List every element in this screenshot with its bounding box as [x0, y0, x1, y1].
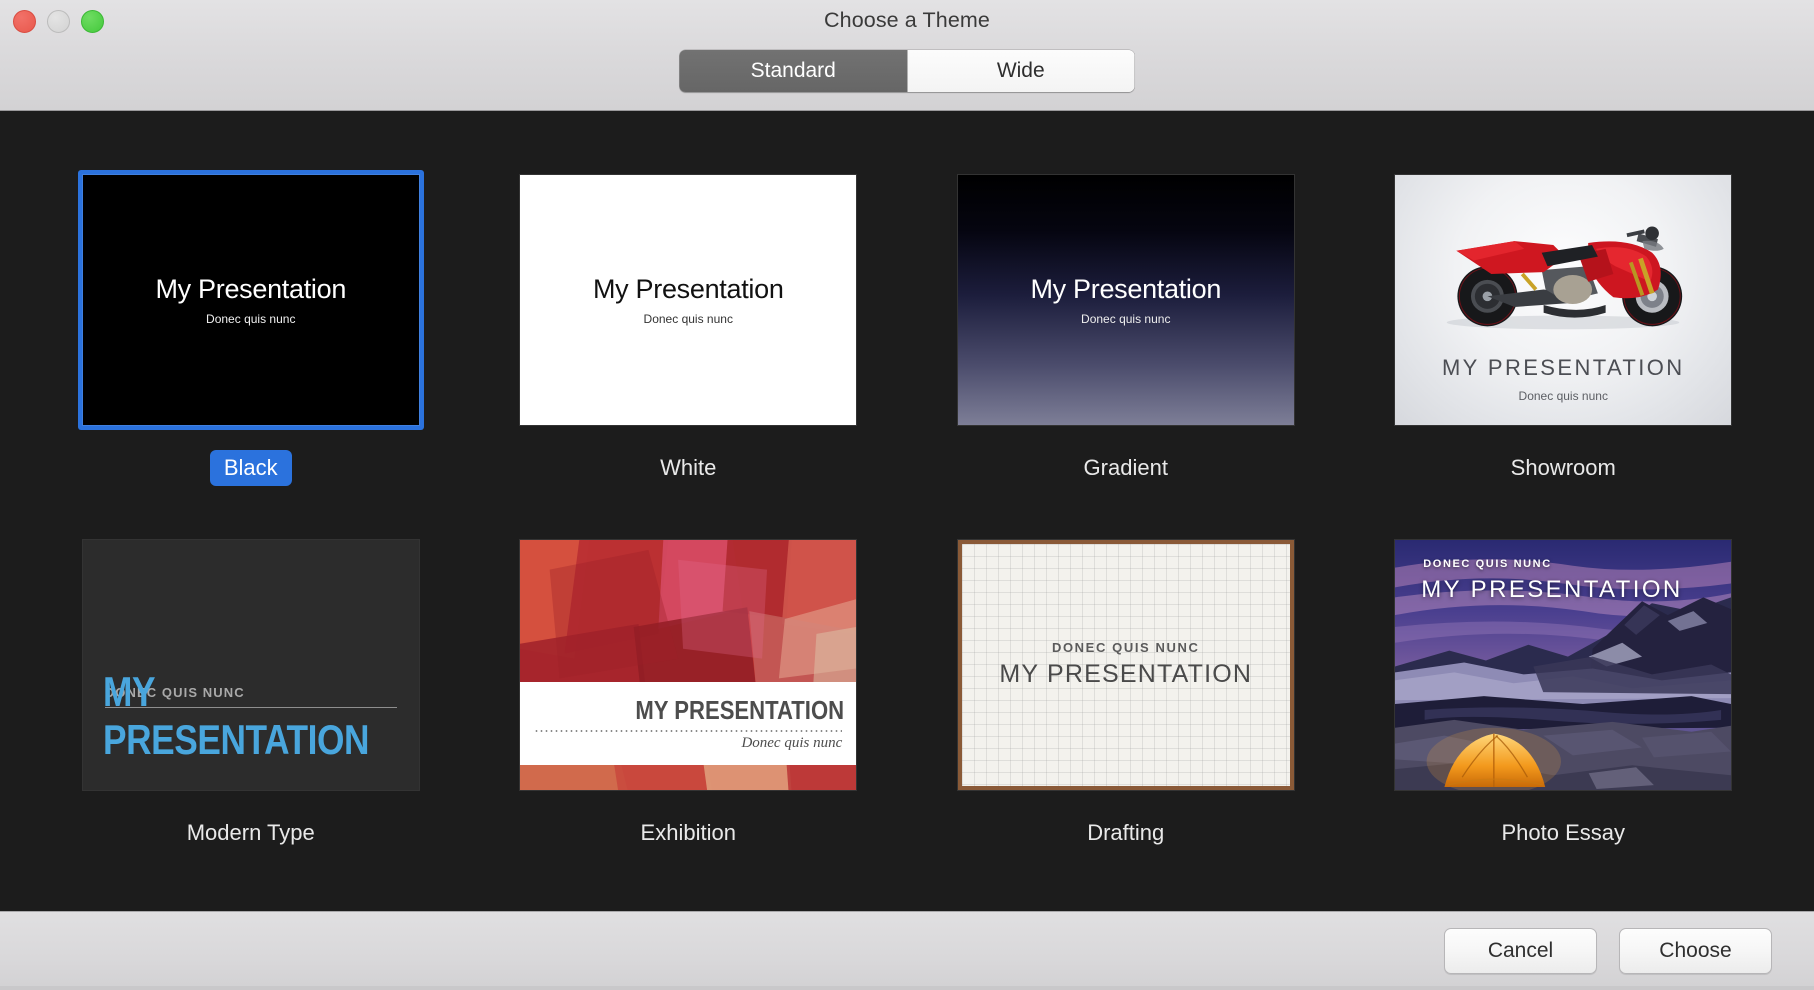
slide-title: MY PRESENTATION — [1421, 576, 1682, 604]
slide-title: MY PRESENTATION — [1395, 355, 1731, 381]
theme-thumbnail-gradient[interactable]: My Presentation Donec quis nunc — [954, 171, 1298, 429]
theme-thumbnail-black[interactable]: My Presentation Donec quis nunc — [79, 171, 423, 429]
slide-title: MY PRESENTATION — [999, 660, 1252, 689]
theme-item-white[interactable]: My Presentation Donec quis nunc White — [498, 171, 880, 486]
slide-preview-black: My Presentation Donec quis nunc — [83, 175, 419, 425]
segment-wide[interactable]: Wide — [907, 50, 1135, 92]
title-band: MY PRESENTATION Donec quis nunc — [520, 682, 856, 765]
slide-preview-showroom: MY PRESENTATION Donec quis nunc — [1395, 175, 1731, 425]
theme-item-showroom[interactable]: MY PRESENTATION Donec quis nunc Showroom — [1373, 171, 1755, 486]
motorcycle-image — [1395, 181, 1731, 336]
theme-item-photo-essay[interactable]: DONEC QUIS NUNC MY PRESENTATION Photo Es… — [1373, 536, 1755, 851]
window-bottom-edge — [0, 986, 1814, 990]
slide-subtitle: DONEC QUIS NUNC — [1052, 640, 1200, 655]
theme-item-modern-type[interactable]: DONEC QUIS NUNC MY PRESENTATION Modern T… — [60, 536, 442, 851]
theme-item-gradient[interactable]: My Presentation Donec quis nunc Gradient — [935, 171, 1317, 486]
theme-thumbnail-exhibition[interactable]: MY PRESENTATION Donec quis nunc — [516, 536, 860, 794]
slide-subtitle: Donec quis nunc — [206, 312, 295, 326]
segment-standard[interactable]: Standard — [680, 50, 908, 92]
slide-preview-modern-type: DONEC QUIS NUNC MY PRESENTATION — [83, 540, 419, 790]
theme-label-modern-type[interactable]: Modern Type — [173, 815, 329, 851]
theme-label-showroom[interactable]: Showroom — [1497, 450, 1630, 486]
theme-grid: My Presentation Donec quis nunc Black My… — [0, 111, 1814, 850]
theme-thumbnail-white[interactable]: My Presentation Donec quis nunc — [516, 171, 860, 429]
cancel-button[interactable]: Cancel — [1444, 928, 1597, 974]
slide-title: MY PRESENTATION — [571, 695, 857, 726]
theme-label-photo-essay[interactable]: Photo Essay — [1487, 815, 1639, 851]
slide-subtitle: Donec quis nunc — [1395, 389, 1731, 403]
theme-label-exhibition[interactable]: Exhibition — [627, 815, 750, 851]
slide-title: MY PRESENTATION — [103, 668, 369, 764]
slide-subtitle: Donec quis nunc — [520, 735, 856, 752]
choose-theme-window: Choose a Theme Standard Wide My Presenta… — [0, 0, 1814, 990]
theme-item-exhibition[interactable]: MY PRESENTATION Donec quis nunc Exhibiti… — [498, 536, 880, 851]
theme-thumbnail-photo-essay[interactable]: DONEC QUIS NUNC MY PRESENTATION — [1391, 536, 1735, 794]
slide-preview-photo-essay: DONEC QUIS NUNC MY PRESENTATION — [1395, 540, 1731, 790]
theme-item-black[interactable]: My Presentation Donec quis nunc Black — [60, 171, 442, 486]
theme-thumbnail-modern-type[interactable]: DONEC QUIS NUNC MY PRESENTATION — [79, 536, 423, 794]
slide-size-segmented-control[interactable]: Standard Wide — [680, 50, 1135, 92]
slide-preview-exhibition: MY PRESENTATION Donec quis nunc — [520, 540, 856, 790]
theme-label-black[interactable]: Black — [210, 450, 292, 486]
slide-subtitle: Donec quis nunc — [1081, 312, 1170, 326]
slide-subtitle: Donec quis nunc — [644, 312, 733, 326]
title-bar: Choose a Theme Standard Wide — [0, 0, 1814, 111]
theme-thumbnail-drafting[interactable]: DONEC QUIS NUNC MY PRESENTATION — [954, 536, 1298, 794]
theme-label-white[interactable]: White — [646, 450, 730, 486]
slide-preview-gradient: My Presentation Donec quis nunc — [958, 175, 1294, 425]
theme-item-drafting[interactable]: DONEC QUIS NUNC MY PRESENTATION Drafting — [935, 536, 1317, 851]
slide-preview-drafting: DONEC QUIS NUNC MY PRESENTATION — [958, 540, 1294, 790]
theme-label-gradient[interactable]: Gradient — [1070, 450, 1182, 486]
theme-thumbnail-showroom[interactable]: MY PRESENTATION Donec quis nunc — [1391, 171, 1735, 429]
page-title: Choose a Theme — [0, 8, 1814, 33]
slide-title: My Presentation — [1030, 274, 1221, 305]
choose-button[interactable]: Choose — [1619, 928, 1772, 974]
slide-title: My Presentation — [593, 274, 784, 305]
slide-preview-white: My Presentation Donec quis nunc — [520, 175, 856, 425]
theme-grid-scroll-area[interactable]: My Presentation Donec quis nunc Black My… — [0, 111, 1814, 911]
slide-title: My Presentation — [155, 274, 346, 305]
theme-label-drafting[interactable]: Drafting — [1073, 815, 1178, 851]
dialog-footer: Cancel Choose — [0, 911, 1814, 990]
dotted-divider — [534, 730, 842, 732]
slide-subtitle: DONEC QUIS NUNC — [1423, 558, 1552, 570]
